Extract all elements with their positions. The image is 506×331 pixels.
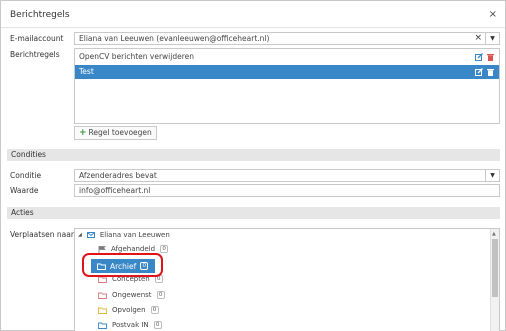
folder-count: 0 bbox=[150, 306, 159, 314]
folder-count: 0 bbox=[153, 321, 162, 329]
folder-opvolgen[interactable]: Opvolgen 0 bbox=[98, 305, 159, 315]
conditions-section-header: Condities bbox=[7, 149, 500, 161]
delete-icon[interactable] bbox=[487, 53, 494, 61]
folder-name: Opvolgen bbox=[112, 306, 146, 314]
root-account-name: Eliana van Leeuwen bbox=[99, 231, 170, 239]
add-rule-button[interactable]: + Regel toevoegen bbox=[74, 126, 157, 140]
email-account-value: Eliana van Leeuwen (evanleeuwen@officehe… bbox=[79, 34, 270, 43]
folder-name: Ongewenst bbox=[112, 291, 152, 299]
scroll-up-icon[interactable]: ▲ bbox=[492, 231, 496, 237]
mail-icon bbox=[86, 232, 95, 238]
rule-label: Test bbox=[79, 67, 94, 76]
folder-count: 0 bbox=[160, 245, 169, 253]
folder-count: 0 bbox=[156, 291, 165, 299]
folder-icon bbox=[98, 307, 107, 314]
condition-value: Afzenderadres bevat bbox=[79, 171, 157, 180]
folder-icon bbox=[98, 292, 107, 299]
rules-label: Berichtregels bbox=[10, 50, 60, 59]
value-label: Waarde bbox=[10, 186, 39, 195]
rule-row-test[interactable]: Test bbox=[75, 65, 499, 79]
collapse-icon[interactable]: ◢ bbox=[78, 230, 82, 240]
value-text: info@officeheart.nl bbox=[79, 186, 151, 195]
tree-root[interactable]: ◢ Eliana van Leeuwen bbox=[78, 230, 170, 240]
delete-icon[interactable] bbox=[487, 68, 494, 76]
value-input[interactable]: info@officeheart.nl bbox=[74, 184, 500, 197]
email-account-select[interactable]: Eliana van Leeuwen (evanleeuwen@officehe… bbox=[74, 32, 500, 45]
edit-icon[interactable] bbox=[475, 53, 483, 61]
move-to-label: Verplaatsen naar bbox=[10, 230, 74, 239]
close-icon[interactable]: × bbox=[489, 9, 497, 20]
rule-label: OpenCV berichten verwijderen bbox=[79, 52, 194, 61]
chevron-down-icon[interactable]: ▼ bbox=[485, 170, 499, 181]
folder-icon bbox=[98, 322, 107, 329]
dialog-titlebar: Berichtregels × bbox=[1, 1, 505, 28]
rules-list: OpenCV berichten verwijderen Test bbox=[74, 48, 500, 124]
folder-ongewenst[interactable]: Ongewenst 0 bbox=[98, 290, 165, 300]
berichtregels-dialog: Berichtregels × E-mailaccount Eliana van… bbox=[0, 0, 506, 331]
add-rule-label: Regel toevoegen bbox=[88, 128, 152, 137]
plus-icon: + bbox=[79, 128, 87, 138]
dialog-title: Berichtregels bbox=[10, 10, 70, 20]
highlight-annotation bbox=[82, 253, 163, 277]
rule-row-opencv[interactable]: OpenCV berichten verwijderen bbox=[75, 50, 499, 64]
condition-select[interactable]: Afzenderadres bevat ▼ bbox=[74, 169, 500, 182]
folder-tree: ◢ Eliana van Leeuwen Afgehandeld 0 Conce… bbox=[74, 228, 500, 331]
folder-postvak-in[interactable]: Postvak IN 0 bbox=[98, 320, 162, 330]
scroll-thumb[interactable] bbox=[492, 239, 498, 297]
actions-section-header: Acties bbox=[7, 207, 500, 219]
email-account-label: E-mailaccount bbox=[10, 34, 64, 43]
tree-scrollbar[interactable]: ▲ bbox=[490, 229, 499, 331]
flag-icon bbox=[98, 245, 106, 253]
folder-name: Postvak IN bbox=[112, 321, 149, 329]
chevron-down-icon[interactable]: ▼ bbox=[485, 33, 499, 44]
clear-icon[interactable]: × bbox=[474, 33, 482, 44]
edit-icon[interactable] bbox=[475, 68, 483, 76]
condition-label: Conditie bbox=[10, 171, 42, 180]
